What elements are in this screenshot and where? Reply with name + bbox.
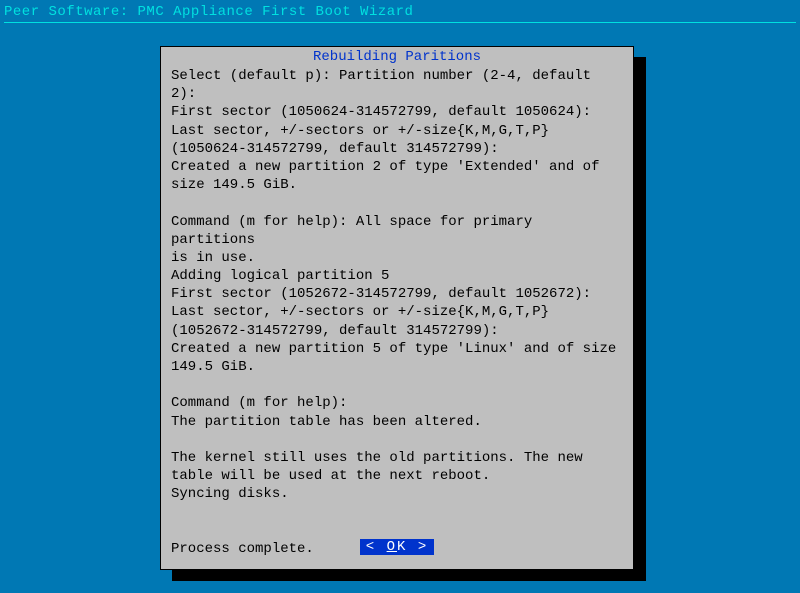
header-divider (4, 22, 796, 23)
button-row: < OK > (161, 539, 633, 555)
dialog-box: Rebuilding Paritions Select (default p):… (160, 46, 634, 570)
ok-button[interactable]: < OK > (360, 539, 434, 555)
dialog-title: Rebuilding Paritions (161, 47, 633, 65)
window-header: Peer Software: PMC Appliance First Boot … (0, 0, 800, 25)
window-title: Peer Software: PMC Appliance First Boot … (4, 4, 413, 20)
dialog-body-text: Select (default p): Partition number (2-… (161, 65, 633, 566)
